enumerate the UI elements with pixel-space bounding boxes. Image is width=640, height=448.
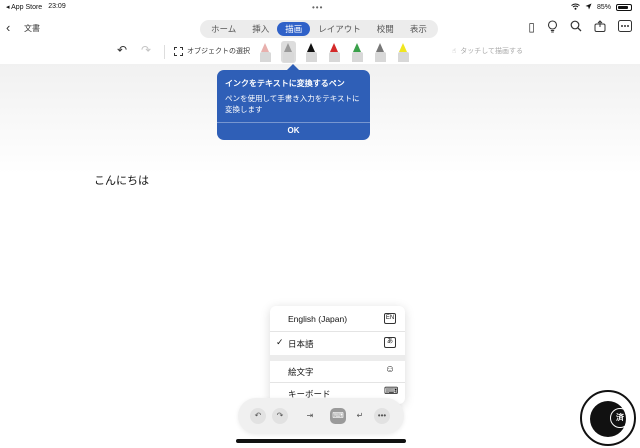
select-objects-button[interactable]: オブジェクトの選択 — [174, 46, 250, 56]
red-pen-icon[interactable] — [327, 41, 342, 63]
ink-to-text-pen-icon[interactable] — [281, 41, 296, 63]
battery-icon — [616, 4, 632, 11]
location-icon — [585, 3, 592, 12]
lightbulb-icon[interactable] — [547, 20, 558, 36]
clock: 23:09 — [48, 3, 66, 10]
draw-with-touch-label: タッチして描画する — [460, 48, 524, 55]
draw-toolbar: ↶ ↷ オブジェクトの選択 ☝ タッチして描画する — [0, 40, 640, 64]
menu-item-label: 日本語 — [288, 339, 314, 349]
tooltip-title: インクをテキストに変換するペン — [225, 79, 345, 88]
back-to-app-link[interactable]: ◂ App Store — [6, 3, 42, 11]
pen-tip — [399, 43, 407, 52]
more-icon[interactable] — [618, 20, 632, 36]
search-icon[interactable] — [570, 20, 582, 36]
pen-body — [329, 52, 340, 62]
undo-icon[interactable]: ↶ — [250, 408, 266, 424]
ribbon-tab[interactable]: レイアウト — [310, 22, 369, 36]
keyboard-icon: ⌨ — [384, 386, 399, 397]
device-view-icon[interactable]: ▯ — [528, 20, 535, 36]
select-objects-label: オブジェクトの選択 — [187, 48, 250, 55]
app-header: ‹ 文書 ホーム 挿入 描画 レイアウト 校閲 表示 ▯ — [0, 14, 640, 42]
document-title[interactable]: 文書 — [24, 23, 40, 34]
yellow-highlighter-icon[interactable] — [396, 41, 411, 63]
floating-keyboard-bar: ↶ ↷ ⇥ ⌨ ↵ ••• — [238, 398, 404, 434]
draw-with-touch-button[interactable]: ☝ タッチして描画する — [452, 46, 523, 56]
wifi-icon — [571, 3, 580, 12]
ribbon-tab[interactable]: 描画 — [277, 22, 311, 36]
status-bar: ◂ App Store 23:09 ••• 85% — [0, 0, 640, 14]
share-icon[interactable] — [594, 20, 606, 36]
menu-item-label: English (Japan) — [288, 314, 348, 324]
pen-body — [398, 52, 409, 62]
toolbar-divider — [164, 45, 165, 59]
undo-icon[interactable]: ↶ — [117, 43, 127, 57]
menu-item-emoji[interactable]: 絵文字 ☺ — [270, 360, 405, 382]
pen-tip — [330, 43, 338, 52]
home-indicator[interactable] — [236, 439, 406, 443]
hiragana-key-icon: あ — [384, 337, 396, 348]
pen-tip — [261, 43, 269, 52]
watermark-stamp: 済 — [610, 408, 630, 428]
green-pen-icon[interactable] — [350, 41, 365, 63]
redo-icon[interactable]: ↷ — [272, 408, 288, 424]
menu-item-japanese[interactable]: ✓ 日本語 あ — [270, 332, 405, 354]
keyboard-language-menu: English (Japan) EN ✓ 日本語 あ 絵文字 ☺ キーボード ⌨ — [270, 306, 405, 404]
watermark-logo: 済 — [580, 390, 636, 446]
menu-item-english-japan[interactable]: English (Japan) EN — [270, 308, 405, 330]
ribbon-tabs: ホーム 挿入 描画 レイアウト 校閲 表示 — [200, 20, 438, 38]
battery-percent: 85% — [596, 4, 611, 11]
pen-body — [375, 52, 386, 62]
keyboard-switch-icon[interactable]: ⌨ — [330, 408, 346, 424]
pen-tip — [307, 43, 315, 52]
pen-tip — [284, 43, 292, 52]
redo-icon[interactable]: ↷ — [141, 43, 151, 57]
return-icon[interactable]: ↵ — [352, 408, 368, 424]
menu-item-label: 絵文字 — [288, 367, 314, 377]
pen-tip — [353, 43, 361, 52]
globe-key-icon: EN — [384, 313, 396, 324]
ribbon-tab[interactable]: ホーム — [203, 22, 244, 36]
battery-level — [618, 6, 629, 9]
black-pen-icon[interactable] — [304, 41, 319, 63]
tooltip-divider — [217, 122, 370, 123]
pen-body — [306, 52, 317, 62]
pen-gallery — [258, 41, 411, 63]
grey-pen-icon[interactable] — [373, 41, 388, 63]
pen-tip — [376, 43, 384, 52]
feature-tooltip: インクをテキストに変換するペン ペンを使用して手書き入力をテキストに変換します … — [217, 64, 370, 140]
pen-body — [260, 52, 271, 62]
tab-icon[interactable]: ⇥ — [302, 408, 318, 424]
eraser-icon[interactable] — [258, 41, 273, 63]
ribbon-tab[interactable]: 表示 — [402, 22, 435, 36]
more-options-icon[interactable]: ••• — [374, 408, 390, 424]
lasso-icon — [174, 46, 183, 56]
back-chevron-icon[interactable]: ‹ — [6, 20, 10, 35]
tooltip-ok-button[interactable]: OK — [217, 126, 370, 135]
ribbon-tab[interactable]: 校閲 — [369, 22, 402, 36]
document-body-text[interactable]: こんにちは — [94, 172, 149, 188]
checkmark-icon: ✓ — [276, 337, 284, 347]
pen-body — [283, 52, 294, 62]
ribbon-tab[interactable]: 挿入 — [244, 22, 277, 36]
pen-body — [352, 52, 363, 62]
touch-hand-icon: ☝ — [452, 48, 457, 55]
smiley-icon: ☺ — [384, 364, 396, 375]
tooltip-body: ペンを使用して手書き入力をテキストに変換します — [225, 94, 360, 114]
multitask-dots[interactable]: ••• — [312, 3, 323, 12]
